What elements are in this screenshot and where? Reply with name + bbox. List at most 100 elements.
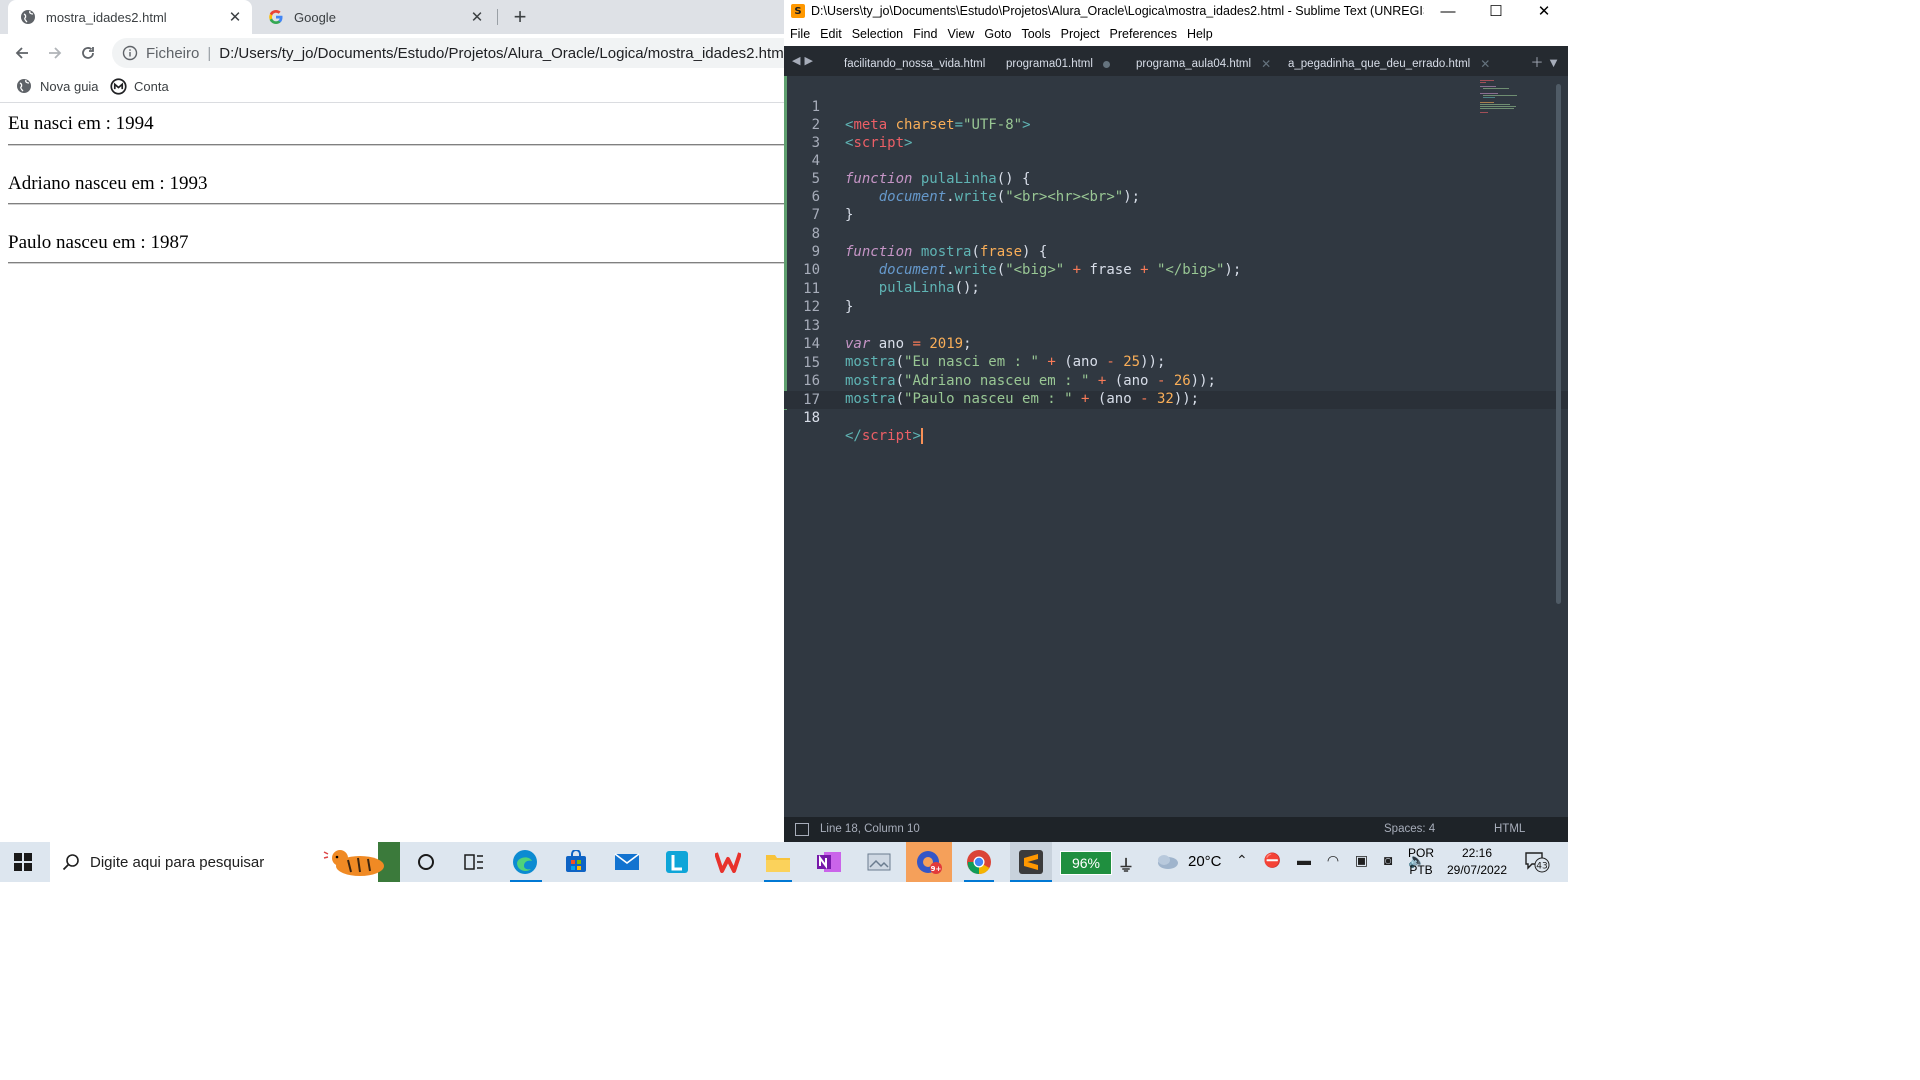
cloud-icon [1158, 855, 1178, 869]
new-tab-button[interactable]: + [508, 4, 532, 29]
taskbar-search-box[interactable]: Digite aqui para pesquisar [50, 842, 400, 882]
code-line: 16 mostra("Paulo nasceu em : " + (ano - … [784, 354, 1199, 407]
sublime-taskbar-icon[interactable] [1010, 842, 1052, 882]
maximize-icon[interactable]: ☐ [1472, 0, 1520, 22]
minimap[interactable] [1480, 80, 1524, 120]
menu-find[interactable]: Find [913, 27, 937, 41]
forward-arrow-icon[interactable] [43, 41, 67, 65]
bookmark-label: Nova guia [40, 78, 99, 94]
mail-icon[interactable] [613, 848, 641, 876]
close-window-icon[interactable]: ✕ [1520, 0, 1568, 22]
code-line: 14 mostra("Eu nasci em : " + (ano - 25))… [784, 317, 1165, 370]
output-line: Eu nasci em : 1994 [8, 113, 154, 134]
running-indicator [510, 880, 542, 882]
menu-bar: File Edit Selection Find View Goto Tools… [784, 22, 1568, 46]
microsoft-store-icon[interactable] [562, 848, 590, 876]
vertical-scrollbar[interactable] [1556, 84, 1561, 604]
editor-tab[interactable]: facilitando_nossa_vida.html [844, 52, 985, 76]
weather-widget[interactable]: 20°C [1154, 852, 1222, 870]
code-editor[interactable]: 1 <meta charset="UTF-8"> 2 <script> 3 4 … [784, 76, 1568, 817]
wps-office-icon[interactable] [714, 848, 742, 876]
horizontal-rule [8, 203, 784, 205]
horizontal-rule [8, 262, 784, 264]
menu-preferences[interactable]: Preferences [1110, 27, 1177, 41]
back-arrow-icon[interactable] [10, 41, 34, 65]
panel-toggle-icon[interactable] [795, 823, 809, 836]
keyboard-layout: PTB [1409, 863, 1433, 877]
windows-start-icon[interactable] [14, 853, 32, 871]
address-bar[interactable]: Ficheiro | D:/Users/ty_jo/Documents/Estu… [112, 38, 788, 68]
system-tray-icons[interactable]: ⌃ ⛔ ▬ ◠ ▣ ◙ 🔈 [1236, 852, 1432, 869]
cortana-circle-icon[interactable] [412, 848, 440, 876]
window-title: D:\Users\ty_jo\Documents\Estudo\Projetos… [811, 4, 1424, 18]
clock-date: 29/07/2022 [1446, 863, 1508, 877]
menu-selection[interactable]: Selection [852, 27, 903, 41]
menu-project[interactable]: Project [1061, 27, 1100, 41]
address-path: D:/Users/ty_jo/Documents/Estudo/Projetos… [219, 44, 788, 62]
indentation-setting[interactable]: Spaces: 4 [1384, 823, 1435, 835]
browser-tabstrip: mostra_idades2.html ✕ Google ✕ + [0, 0, 784, 34]
new-tab-dropdown-icon[interactable]: ＋ ▼ [1531, 52, 1560, 71]
editor-tab[interactable]: programa01.html [1006, 52, 1110, 76]
code-line: 3 [784, 116, 835, 151]
notification-center-icon[interactable]: 43 [1524, 851, 1550, 873]
bookmark-nova-guia[interactable]: Nova guia [16, 78, 99, 94]
editor-tab[interactable]: a_pegadinha_que_deu_errado.html ✕ [1288, 52, 1490, 76]
info-icon[interactable] [122, 45, 138, 61]
editor-tab-title: facilitando_nossa_vida.html [844, 58, 986, 70]
close-tab-icon[interactable]: ✕ [226, 8, 244, 26]
l-app-icon[interactable] [663, 848, 691, 876]
address-scheme: Ficheiro [146, 44, 200, 62]
code-line: 4 function pulaLinha() { [784, 134, 1031, 187]
bookmark-conta[interactable]: Conta [110, 78, 169, 95]
unsaved-dot-icon[interactable] [1102, 60, 1110, 68]
plug-icon: ⏚ [1117, 856, 1134, 875]
onenote-icon[interactable] [815, 848, 843, 876]
language-code: POR [1408, 846, 1435, 860]
edge-profile-icon[interactable]: 9+ [906, 842, 952, 882]
running-indicator [1010, 880, 1052, 882]
battery-percentage[interactable]: 96% [1060, 851, 1112, 875]
tab-title: Google [294, 9, 336, 25]
code-line-current: 18 </script> [784, 391, 923, 444]
browser-toolbar: Ficheiro | D:/Users/ty_jo/Documents/Estu… [0, 34, 788, 72]
code-line: 13 var ano = 2019; [784, 299, 971, 352]
close-tab-icon[interactable]: ✕ [468, 8, 486, 26]
text-caret [920, 428, 923, 444]
bookmark-label: Conta [134, 78, 169, 94]
task-view-icon[interactable] [460, 848, 488, 876]
editor-tab-title: a_pegadinha_que_deu_errado.html [1288, 58, 1471, 70]
menu-help[interactable]: Help [1187, 27, 1213, 41]
close-tab-icon[interactable]: ✕ [1480, 57, 1490, 71]
menu-file[interactable]: File [790, 27, 810, 41]
edge-browser-icon[interactable] [511, 848, 539, 876]
input-language[interactable]: POR PTB [1408, 845, 1434, 879]
menu-goto[interactable]: Goto [984, 27, 1011, 41]
code-line: 1 <meta charset="UTF-8"> [784, 80, 1031, 133]
editor-tab[interactable]: programa_aula04.html ✕ [1136, 52, 1271, 76]
horizontal-rule [8, 144, 784, 146]
menu-edit[interactable]: Edit [820, 27, 842, 41]
chrome-icon[interactable] [965, 848, 993, 876]
windows-taskbar: Digite aqui para pesquisar 9+ 96% ⏚ 20°C… [0, 842, 1568, 882]
file-explorer-icon[interactable] [764, 848, 792, 876]
close-tab-icon[interactable]: ✕ [1261, 57, 1271, 71]
browser-tab-google[interactable]: Google ✕ [256, 0, 494, 34]
editor-tabs: ◀▶ facilitando_nossa_vida.html programa0… [784, 46, 1568, 76]
syntax-selector[interactable]: HTML [1494, 823, 1525, 835]
system-clock[interactable]: 22:16 29/07/2022 [1444, 845, 1510, 879]
browser-tab-active[interactable]: mostra_idades2.html ✕ [8, 0, 252, 34]
code-line: 6 } [784, 170, 854, 223]
search-highlight-tiger-icon [323, 842, 400, 882]
menu-tools[interactable]: Tools [1021, 27, 1050, 41]
editor-tab-title: programa01.html [1006, 58, 1093, 70]
output-line: Paulo nasceu em : 1987 [8, 232, 189, 253]
tab-nav-arrows-icon[interactable]: ◀▶ [792, 54, 817, 67]
code-line: 2 <script> [784, 98, 913, 151]
menu-view[interactable]: View [947, 27, 974, 41]
running-indicator [764, 880, 792, 882]
photos-app-icon[interactable] [865, 848, 893, 876]
minimize-icon[interactable]: — [1424, 0, 1472, 22]
reload-icon[interactable] [76, 41, 100, 65]
globe-icon [20, 9, 36, 25]
